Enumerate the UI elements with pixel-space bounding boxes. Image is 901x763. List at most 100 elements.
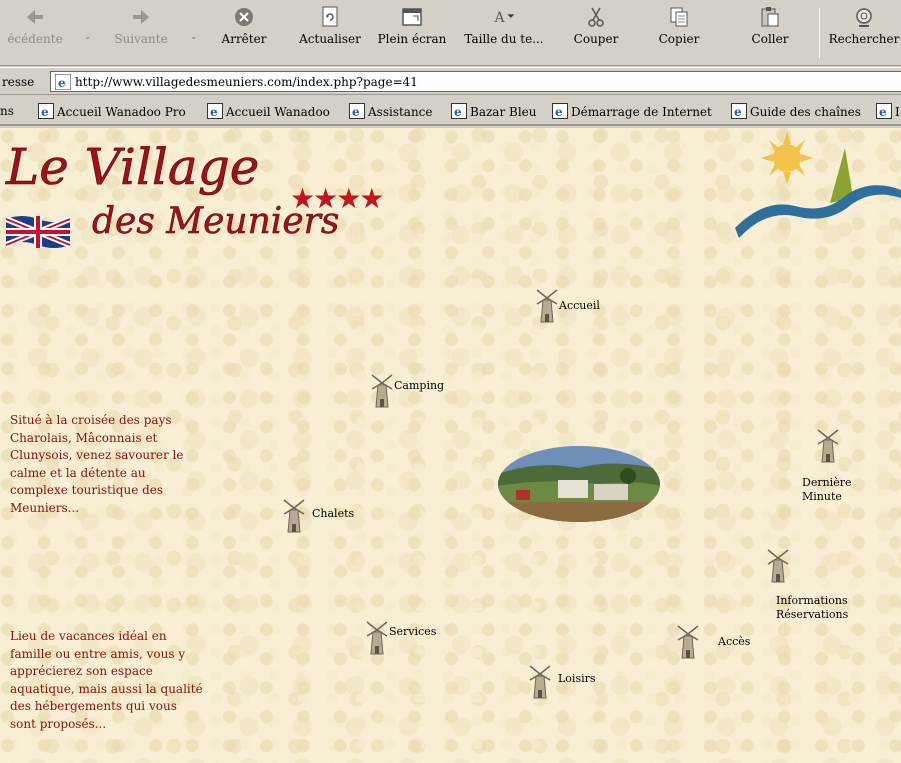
windmill-icon xyxy=(536,289,558,323)
campsite-photo xyxy=(498,446,660,522)
nav-chalets[interactable]: Chalets xyxy=(282,498,354,534)
intro-line: aquatique, mais aussi la qualité xyxy=(10,681,203,696)
svg-text:e: e xyxy=(879,105,887,119)
english-flag-icon[interactable] xyxy=(4,216,72,248)
forward-arrow-icon xyxy=(133,10,149,24)
paste-button[interactable]: Coller xyxy=(740,4,800,62)
forward-button-label: Suivante xyxy=(114,32,168,46)
ie-page-icon: e xyxy=(451,103,467,119)
svg-text:A: A xyxy=(494,10,506,26)
toolbar-separator xyxy=(819,8,820,58)
intro-paragraph-1: Situé à la croisée des pays Charolais, M… xyxy=(10,412,183,517)
logo-line2: des Meuniers xyxy=(92,201,339,242)
paste-button-label: Coller xyxy=(751,32,789,46)
link-label: Assistance xyxy=(368,105,433,119)
sun-mountain-logo xyxy=(735,132,901,238)
ie-page-icon: e xyxy=(207,103,223,119)
nav-derniere-minute[interactable]: Dernière Minute xyxy=(802,428,851,504)
windmill-icon xyxy=(529,665,551,699)
forward-button[interactable]: Suivante xyxy=(104,4,178,62)
search-icon xyxy=(856,8,872,27)
cut-button[interactable]: Couper xyxy=(564,4,628,62)
stop-icon xyxy=(235,8,253,26)
intro-line: famille ou entre amis, vous y xyxy=(10,646,186,661)
logo-line1: Le Village xyxy=(5,138,259,196)
text-size-button[interactable]: A Taille du te... xyxy=(462,4,546,62)
intro-line: sont proposés... xyxy=(10,716,107,731)
nav-accueil[interactable]: Accueil xyxy=(535,288,600,324)
links-label: ns xyxy=(0,104,14,118)
ie-page-icon: e xyxy=(731,103,747,119)
nav-loisirs[interactable]: Loisirs xyxy=(528,664,596,700)
stop-button-label: Arrêter xyxy=(221,32,267,46)
windmill-icon xyxy=(817,429,839,463)
link-label: I xyxy=(895,105,900,119)
svg-text:e: e xyxy=(352,105,360,119)
nav-services-label: Services xyxy=(389,625,437,638)
windmill-icon xyxy=(677,625,699,659)
windmill-icon xyxy=(371,374,393,408)
forward-dropdown-icon[interactable]: ⌄ xyxy=(190,32,198,42)
stop-button[interactable]: Arrêter xyxy=(215,4,273,62)
refresh-button[interactable]: Actualiser xyxy=(295,4,365,62)
windmill-icon xyxy=(366,621,388,655)
link-guide-chaines[interactable]: e Guide des chaînes xyxy=(731,103,861,119)
address-url: http://www.villagedesmeuniers.com/index.… xyxy=(75,75,418,89)
refresh-button-label: Actualiser xyxy=(299,32,361,46)
text-size-icon: A xyxy=(494,10,515,26)
search-button-label: Rechercher xyxy=(828,32,900,46)
windmill-icon xyxy=(767,549,789,583)
intro-line: des hébergements qui vous xyxy=(10,699,177,713)
svg-text:e: e xyxy=(210,105,218,119)
copy-button[interactable]: Copier xyxy=(647,4,711,62)
nav-informations-reservations[interactable]: Informations Réservations xyxy=(766,548,848,622)
intro-paragraph-2: Lieu de vacances idéal en famille ou ent… xyxy=(10,628,203,733)
link-truncated[interactable]: eI xyxy=(876,103,900,119)
svg-text:e: e xyxy=(58,76,66,90)
link-label: Accueil Wanadoo Pro xyxy=(57,105,186,119)
back-button-label: écédente xyxy=(7,32,63,46)
ie-page-icon: e xyxy=(876,103,892,119)
back-button[interactable]: écédente xyxy=(0,4,70,62)
address-label: resse xyxy=(2,75,35,89)
search-button[interactable]: Rechercher xyxy=(822,4,901,62)
intro-line: Charolais, Mâconnais et xyxy=(10,430,158,445)
fullscreen-button[interactable]: Plein écran xyxy=(368,4,456,62)
intro-line: Situé à la croisée des pays xyxy=(10,413,172,427)
link-assistance[interactable]: e Assistance xyxy=(349,103,433,119)
link-accueil-wanadoo-pro[interactable]: e Accueil Wanadoo Pro xyxy=(38,103,186,119)
fullscreen-icon xyxy=(402,8,422,26)
copy-button-label: Copier xyxy=(658,32,700,46)
intro-line: Clunysois, venez savourer le xyxy=(10,448,184,462)
link-label: Guide des chaînes xyxy=(750,105,861,119)
nav-camping-label: Camping xyxy=(394,379,445,392)
nav-derniere-label-2: Minute xyxy=(802,490,842,503)
address-input[interactable]: e http://www.villagedesmeuniers.com/inde… xyxy=(50,71,901,92)
address-bar: resse e http://www.villagedesmeuniers.co… xyxy=(0,67,901,95)
link-accueil-wanadoo[interactable]: e Accueil Wanadoo xyxy=(207,103,330,119)
refresh-icon xyxy=(322,6,338,27)
nav-accueil-label: Accueil xyxy=(559,299,600,312)
link-demarrage-internet[interactable]: e Démarrage de Internet xyxy=(552,103,712,119)
nav-services[interactable]: Services xyxy=(365,620,436,656)
svg-text:e: e xyxy=(555,105,563,119)
nav-acces[interactable]: Accès xyxy=(676,624,750,660)
intro-line: complexe touristique des xyxy=(10,483,164,497)
svg-text:e: e xyxy=(734,105,742,119)
nav-infos-label-2: Réservations xyxy=(776,608,849,621)
nav-acces-label: Accès xyxy=(718,635,751,648)
link-bazar-bleu[interactable]: e Bazar Bleu xyxy=(451,103,537,119)
nav-infos-label-1: Informations xyxy=(776,594,848,607)
back-dropdown-icon[interactable]: ⌄ xyxy=(84,32,92,42)
svg-text:e: e xyxy=(41,105,49,119)
link-label: Bazar Bleu xyxy=(470,105,537,119)
ie-page-icon: e xyxy=(38,103,54,119)
text-size-button-label: Taille du te... xyxy=(464,32,544,46)
nav-camping[interactable]: Camping xyxy=(370,373,444,409)
svg-text:e: e xyxy=(454,105,462,119)
web-page: Le Village ★★★★ des Meuniers Accueil Cam… xyxy=(0,128,901,763)
link-label: Accueil Wanadoo xyxy=(226,105,330,119)
nav-chalets-label: Chalets xyxy=(312,507,355,520)
intro-line: apprécierez son espace xyxy=(10,664,153,678)
site-logo: Le Village ★★★★ des Meuniers xyxy=(4,138,385,248)
